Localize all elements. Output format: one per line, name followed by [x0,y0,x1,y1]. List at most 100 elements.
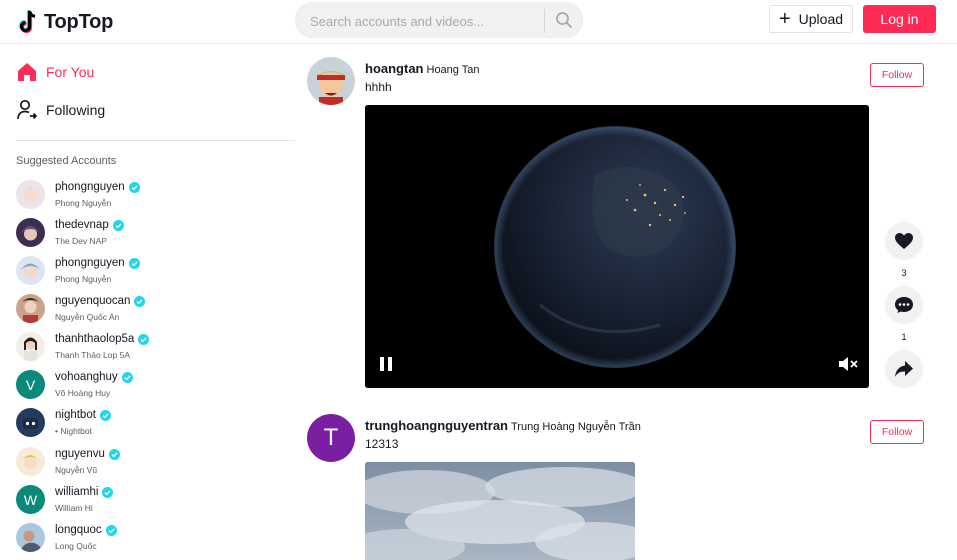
comment-button[interactable] [885,286,923,324]
verified-icon [102,486,114,498]
anime-avatar-icon [16,256,45,285]
account-nickname: Nguyễn Vũ [55,465,98,475]
suggested-account[interactable]: nguyenvu Nguyễn Vũ [16,445,286,481]
account-username: nguyenvu [55,448,120,460]
heart-icon [895,233,913,249]
verified-icon [105,524,117,536]
avatar-letter: W [23,491,38,508]
search-icon [556,12,572,28]
search-input[interactable] [310,11,540,31]
account-nickname: Long Quốc [55,541,97,551]
anime-avatar-icon [307,57,355,105]
avatar [16,408,45,437]
logo[interactable]: TopTop [16,7,113,37]
post-avatar[interactable]: T [307,414,355,462]
like-button[interactable] [885,222,923,260]
login-label: Log in [880,11,919,27]
suggested-account[interactable]: V vohoanghuy Võ Hoàng Huy [16,368,286,404]
post-caption: hhhh [365,80,392,94]
comment-icon [895,297,913,313]
photo-avatar-icon [16,523,45,552]
account-nickname: Nguyễn Quốc An [55,312,120,322]
account-nickname: Võ Hoàng Huy [55,388,111,398]
post-author[interactable]: hoangtan Hoang Tan [365,61,480,76]
mute-button[interactable] [837,355,859,373]
account-username: williamhi [55,486,114,498]
account-username: nightbot [55,409,111,421]
pause-button[interactable] [377,355,395,373]
suggested-account[interactable]: thedevnap The Dev NAP [16,216,286,252]
nav-following[interactable]: Following [16,95,105,125]
post-avatar[interactable] [307,57,355,105]
suggested-account[interactable]: phongnguyen Phong Nguyễn [16,178,286,214]
video-player[interactable] [365,462,635,560]
post-username: hoangtan [365,61,424,76]
suggested-account[interactable]: nguyenquocan Nguyễn Quốc An [16,292,286,328]
post-caption: 12313 [365,437,399,451]
suggested-account[interactable]: phongnguyen Phong Nguyễn [16,254,286,290]
bot-avatar-icon [16,408,45,437]
search-bar [295,2,583,38]
verified-icon [128,181,140,193]
feed-post: T trunghoangnguyentran Trung Hoàng Nguyễn… [307,414,937,560]
feed-post: hoangtan Hoang Tan hhhh Follow 3 1 [307,57,937,392]
avatar [16,447,45,476]
account-nickname: The Dev NAP [55,236,107,246]
nav-for-you[interactable]: For You [16,57,94,87]
verified-icon [99,409,111,421]
verified-icon [134,295,146,307]
logo-text: TopTop [44,10,114,33]
follow-button[interactable]: Follow [870,63,924,87]
nav-label: Following [46,102,106,118]
suggested-account[interactable]: thanhthaolop5a Thanh Thảo Lop 5A [16,330,286,366]
sidebar: For You Following Suggested Accounts pho… [0,45,300,560]
verified-icon [138,333,150,345]
share-icon [895,361,913,377]
suggested-account[interactable]: longquoc Long Quốc [16,521,286,557]
verified-icon [108,448,120,460]
account-username: longquoc [55,524,117,536]
account-username: phongnguyen [55,181,140,193]
earth-video-frame [365,105,869,388]
pause-icon [380,357,392,371]
nav-label: For You [46,64,95,80]
verified-icon [121,371,133,383]
like-count: 3 [901,268,907,278]
anime-avatar-icon [16,447,45,476]
anime-avatar-icon [16,218,45,247]
post-nickname: Trung Hoàng Nguyễn Trần [511,421,641,433]
avatar [16,294,45,323]
upload-label: Upload [798,11,844,27]
account-nickname: Thanh Thảo Lop 5A [55,350,130,360]
account-username: phongnguyen [55,257,140,269]
avatar-letter: T [323,424,339,451]
search-divider [544,9,545,33]
suggested-accounts-title: Suggested Accounts [16,155,117,167]
verified-icon [112,219,124,231]
login-button[interactable]: Log in [863,5,936,33]
home-icon [18,63,36,81]
photo-avatar-icon [16,294,45,323]
sky-video-frame [365,462,635,560]
comment-count: 1 [901,332,907,342]
suggested-account[interactable]: nightbot • Nightbot [16,406,286,442]
avatar [16,256,45,285]
account-username: thedevnap [55,219,124,231]
following-icon [17,99,38,120]
photo-avatar-icon [16,332,45,361]
account-nickname: William Hi [55,503,93,513]
avatar [16,523,45,552]
account-username: nguyenquocan [55,295,146,307]
anime-avatar-icon [16,180,45,209]
video-player[interactable] [365,105,869,388]
follow-button[interactable]: Follow [870,420,924,444]
search-button[interactable] [546,3,582,37]
share-button[interactable] [885,350,923,388]
tiktok-logo-icon [18,10,36,34]
avatar: W [16,485,45,514]
account-nickname: Phong Nguyễn [55,198,112,208]
account-username: thanhthaolop5a [55,333,150,345]
upload-button[interactable]: + Upload [769,5,853,33]
post-author[interactable]: trunghoangnguyentran Trung Hoàng Nguyễn T… [365,418,641,433]
suggested-account[interactable]: W williamhi William Hi [16,483,286,519]
